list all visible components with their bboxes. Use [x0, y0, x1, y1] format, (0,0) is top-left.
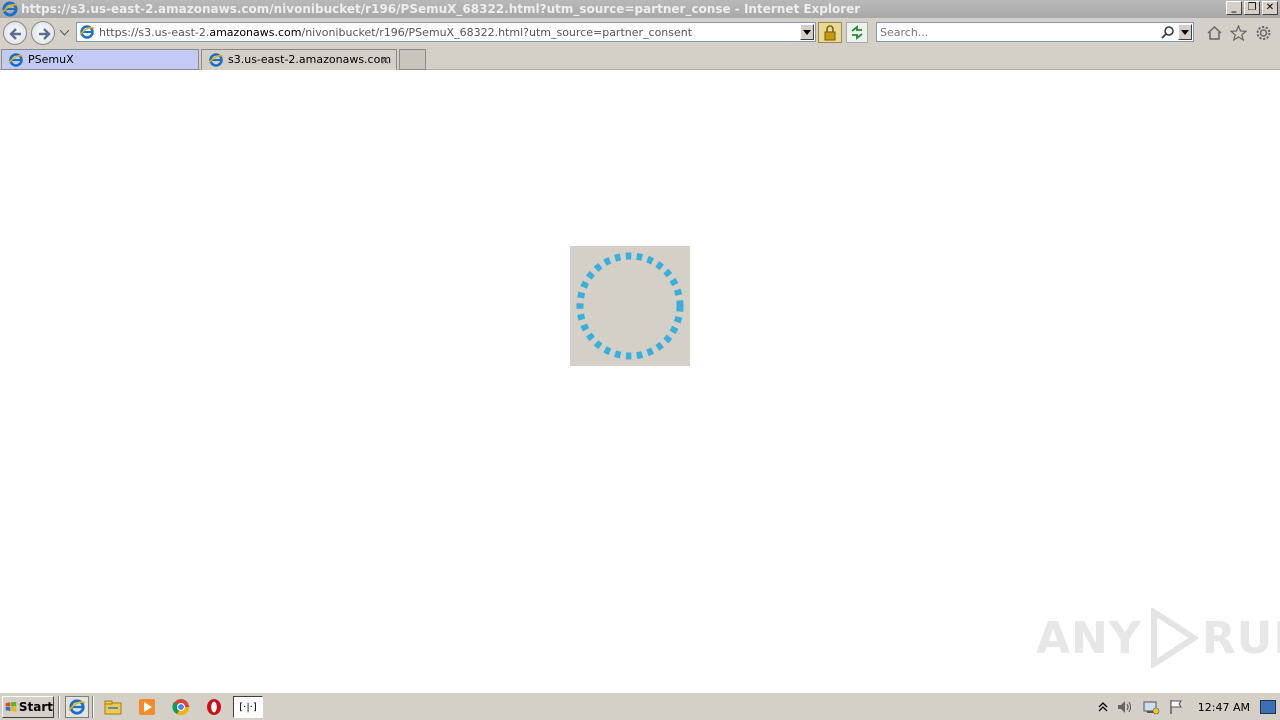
- title-bar: https://s3.us-east-2.amazonaws.com/nivon…: [0, 0, 1280, 18]
- star-icon[interactable]: [1230, 25, 1247, 41]
- spinner-icon: [576, 252, 684, 360]
- search-input[interactable]: [880, 25, 1150, 39]
- network-icon[interactable]: [1142, 699, 1160, 715]
- taskbar-active-window-button[interactable]: [·|·]: [233, 696, 263, 718]
- volume-icon[interactable]: [1116, 699, 1134, 715]
- lock-icon: [824, 25, 836, 41]
- ie-icon: [68, 699, 86, 715]
- tab-bar: PSemuX s3.us-east-2.amazonaws.com ×: [0, 48, 1280, 70]
- close-window-button[interactable]: ✕: [1262, 1, 1278, 15]
- window-title: https://s3.us-east-2.amazonaws.com/nivon…: [21, 2, 861, 16]
- ie-icon: [2, 1, 18, 17]
- taskbar-separator: [92, 696, 94, 718]
- back-button[interactable]: [3, 21, 27, 45]
- window-controls: _ ❐ ✕: [1226, 1, 1278, 15]
- clock[interactable]: 12:47 AM: [1198, 701, 1250, 714]
- system-tray: 12:47 AM: [1098, 696, 1278, 718]
- page-content: ANY RUN: [0, 71, 1280, 692]
- show-desktop-button[interactable]: [1260, 700, 1276, 714]
- restore-button[interactable]: ❐: [1244, 1, 1260, 15]
- home-icon[interactable]: [1206, 25, 1223, 41]
- security-lock-button[interactable]: [818, 22, 842, 43]
- tab-label: s3.us-east-2.amazonaws.com: [228, 53, 392, 66]
- taskbar-opera-button[interactable]: [202, 696, 226, 718]
- close-tab-button[interactable]: ×: [380, 53, 390, 67]
- taskbar-ie-button[interactable]: [65, 696, 89, 718]
- gear-icon[interactable]: [1255, 25, 1272, 41]
- start-button[interactable]: Start: [2, 696, 54, 718]
- tab-label: PSemuX: [28, 53, 74, 66]
- start-label: Start: [18, 700, 53, 714]
- back-icon: [9, 28, 21, 40]
- taskbar-active-label: [·|·]: [239, 701, 257, 713]
- taskbar-explorer-button[interactable]: [101, 696, 125, 718]
- ie-icon: [79, 25, 95, 39]
- search-box[interactable]: [876, 22, 1194, 42]
- forward-icon: [39, 28, 51, 40]
- address-url[interactable]: https://s3.us-east-2.amazonaws.com/nivon…: [99, 26, 794, 39]
- action-center-icon[interactable]: [1168, 699, 1184, 715]
- minimize-button[interactable]: _: [1226, 1, 1242, 15]
- opera-icon: [207, 699, 221, 715]
- tab-psemux[interactable]: PSemuX: [1, 49, 199, 70]
- new-tab-button[interactable]: [399, 49, 426, 70]
- refresh-button[interactable]: [846, 22, 868, 43]
- tab-amazonaws[interactable]: s3.us-east-2.amazonaws.com ×: [201, 49, 397, 70]
- taskbar-media-player-button[interactable]: [135, 696, 159, 718]
- taskbar-chrome-button[interactable]: [169, 696, 193, 718]
- tray-chevron-icon[interactable]: [1098, 700, 1108, 714]
- taskbar-separator: [58, 696, 60, 718]
- search-icon[interactable]: [1161, 25, 1175, 39]
- history-dropdown-icon[interactable]: [60, 30, 69, 36]
- chrome-icon: [172, 699, 190, 716]
- search-dropdown-button[interactable]: [1178, 24, 1192, 40]
- ie-icon: [208, 52, 224, 67]
- windows-flag-icon: [5, 701, 17, 712]
- chevron-down-icon: [803, 30, 811, 35]
- refresh-icon: [851, 25, 863, 40]
- chevron-down-icon: [1181, 30, 1189, 35]
- anyrun-play-icon: [1150, 608, 1200, 668]
- anyrun-watermark: ANY RUN: [1036, 608, 1280, 668]
- taskbar: Start [·|·] 12:47 AM: [0, 692, 1280, 720]
- loading-spinner: [570, 246, 690, 366]
- media-player-icon: [139, 699, 155, 715]
- explorer-icon: [104, 700, 122, 715]
- forward-button[interactable]: [31, 21, 55, 45]
- address-dropdown-button[interactable]: [800, 24, 814, 40]
- navigation-bar: https://s3.us-east-2.amazonaws.com/nivon…: [0, 18, 1280, 48]
- address-bar[interactable]: https://s3.us-east-2.amazonaws.com/nivon…: [76, 22, 816, 42]
- ie-icon: [8, 52, 24, 67]
